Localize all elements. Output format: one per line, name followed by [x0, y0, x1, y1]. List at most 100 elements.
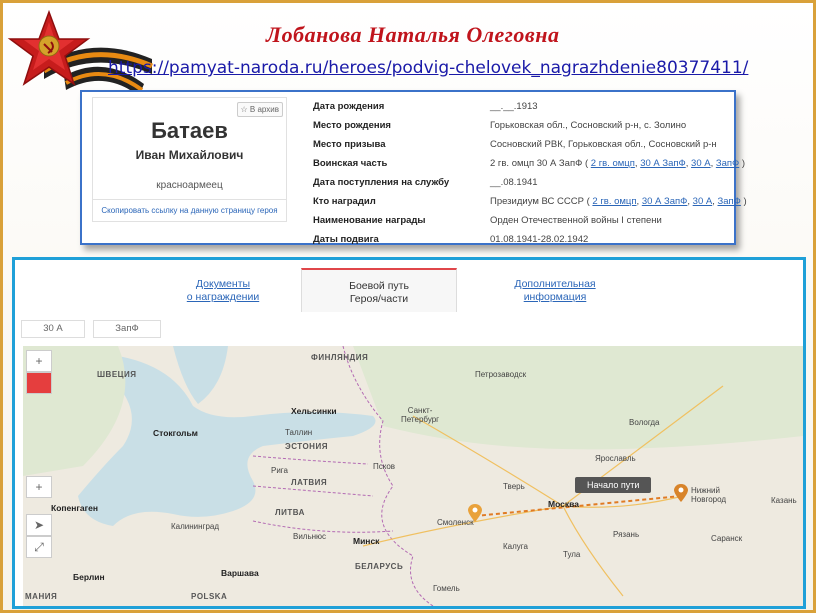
fact-label: Дата рождения — [313, 101, 385, 112]
map-label: Санкт- Петербург — [401, 406, 440, 424]
fact-label: Воинская часть — [313, 158, 388, 169]
fact-row: Кто наградил Президиум ВС СССР ( 2 гв. о… — [313, 192, 747, 211]
map-label: МАНИЯ — [25, 592, 58, 601]
map-label: БЕЛАРУСЬ — [355, 562, 404, 571]
map-label: Калуга — [503, 542, 528, 551]
tab-label: Дополнительная — [514, 278, 596, 290]
route-map[interactable]: + + ➤ ⤢ ФИНЛЯНДИЯ ШВЕЦИЯ Хельсинки Стокг… — [23, 346, 803, 606]
tab-label: о награждении — [186, 291, 260, 303]
zoom-control[interactable]: + — [26, 476, 52, 498]
fact-value: 2 гв. омцп 30 А ЗапФ ( 2 гв. омцп, 30 А … — [490, 158, 746, 169]
map-label: Рига — [271, 466, 288, 475]
unit-link[interactable]: 30 А ЗапФ — [642, 196, 688, 207]
tab-award-documents[interactable]: Документы о награждении — [145, 268, 301, 312]
route-marker-start-icon[interactable] — [674, 484, 688, 502]
source-link[interactable]: https://pamyat-naroda.ru/heroes/podvig-c… — [108, 58, 748, 78]
fullscreen-icon[interactable]: ⤢ — [26, 536, 52, 558]
map-label: Копенгаген — [51, 503, 99, 513]
copy-link-button[interactable]: Скопировать ссылку на данную страницу ге… — [93, 199, 286, 221]
fact-value: Орден Отечественной войны I степени — [490, 215, 662, 226]
tab-combat-path[interactable]: Боевой путь Героя/части — [301, 268, 457, 312]
map-label: Тверь — [503, 482, 525, 491]
fact-row: Место рождения Горьковская обл., Сосновс… — [313, 116, 723, 135]
unit-link[interactable]: ЗапФ — [718, 196, 741, 207]
fact-label: Даты подвига — [313, 234, 379, 245]
unit-suffix: ) — [739, 158, 746, 169]
unit-link[interactable]: 30 А ЗапФ — [640, 158, 686, 169]
map-label: Варшава — [221, 568, 259, 578]
fact-label: Место рождения — [313, 120, 391, 131]
fact-row: Даты подвига 01.08.1941-28.02.1942 — [313, 230, 723, 249]
map-label: Тула — [563, 550, 581, 559]
map-label: Москва — [548, 499, 579, 509]
map-label: Минск — [353, 536, 380, 546]
unit-prefix: 2 гв. омцп 30 А ЗапФ ( — [490, 158, 591, 169]
awarder-prefix: Президиум ВС СССР ( — [490, 196, 593, 207]
fact-value: Сосновский РВК, Горьковская обл., Соснов… — [490, 139, 717, 150]
map-label: Таллин — [285, 428, 313, 437]
fact-value: __.08.1941 — [490, 177, 538, 188]
fact-value: Президиум ВС СССР ( 2 гв. омцп, 30 А Зап… — [490, 196, 747, 207]
map-label: Рязань — [613, 530, 640, 539]
map-label: Псков — [373, 462, 396, 471]
tab-label: информация — [523, 291, 587, 303]
fact-value: Горьковская обл., Сосновский р-н, с. Зол… — [490, 120, 687, 131]
navigate-icon[interactable]: ➤ — [26, 514, 52, 536]
map-terrain — [23, 346, 803, 606]
chip-30a[interactable]: 30 А — [21, 320, 85, 338]
fact-value: __.__.1913 — [490, 101, 538, 112]
map-label: Вологда — [629, 418, 660, 427]
fact-label: Место призыва — [313, 139, 386, 150]
fact-label: Наименование награды — [313, 215, 426, 226]
map-label: Вильнюс — [293, 532, 327, 541]
map-label: ФИНЛЯНДИЯ — [311, 353, 369, 362]
unit-link[interactable]: 30 А — [693, 196, 713, 207]
map-label: ЭСТОНИЯ — [285, 442, 328, 451]
map-label: POLSKA — [191, 592, 228, 601]
fact-row: Воинская часть 2 гв. омцп 30 А ЗапФ ( 2 … — [313, 154, 745, 173]
map-label: ШВЕЦИЯ — [97, 370, 137, 379]
unit-link[interactable]: 30 А — [691, 158, 711, 169]
hero-surname: Батаев — [151, 118, 228, 143]
fact-row: Дата рождения __.__.1913 — [313, 97, 723, 116]
unit-link[interactable]: 2 гв. омцп — [591, 158, 635, 169]
tab-label: Боевой путь — [349, 280, 409, 292]
unit-link[interactable]: 2 гв. омцп — [592, 196, 636, 207]
tab-bar: Документы о награждении Боевой путь Геро… — [15, 260, 803, 312]
map-label: Нижний Новгород — [691, 486, 727, 504]
hero-facts: Дата рождения __.__.1913 Место рождения … — [313, 97, 747, 249]
hero-card: ☆ В архив Батаев Иван Михайлович красноа… — [92, 97, 287, 222]
map-label: Петрозаводск — [475, 370, 527, 379]
archive-button[interactable]: ☆ В архив — [236, 102, 283, 117]
map-label: Саранск — [711, 534, 743, 543]
map-label: Калининград — [171, 522, 220, 531]
hero-rank: красноармеец — [156, 180, 223, 191]
fact-value: 01.08.1941-28.02.1942 — [490, 234, 589, 245]
map-label: ЛАТВИЯ — [291, 478, 328, 487]
start-of-path-tooltip: Начало пути — [575, 477, 652, 493]
map-label: Берлин — [73, 572, 105, 582]
map-label: ЛИТВА — [275, 508, 305, 517]
map-label: Казань — [771, 496, 797, 505]
fact-row: Наименование награды Орден Отечественной… — [313, 211, 723, 230]
map-label: Стокгольм — [153, 428, 198, 438]
zoom-in-button[interactable]: + — [26, 350, 52, 372]
presenter-name: Лобанова Наталья Олеговна — [266, 22, 560, 47]
tab-additional-info[interactable]: Дополнительная информация — [477, 268, 633, 312]
map-label: Хельсинки — [291, 406, 337, 416]
route-marker-smolensk-icon[interactable] — [468, 504, 482, 522]
victory-emblem-icon — [7, 9, 153, 96]
chip-zapf[interactable]: ЗапФ — [93, 320, 161, 338]
hero-given-name: Иван Михайлович — [135, 148, 244, 162]
fact-row: Дата поступления на службу __.08.1941 — [313, 173, 723, 192]
fact-label: Кто наградил — [313, 196, 376, 207]
zoom-slider-handle[interactable] — [26, 372, 52, 394]
unit-link[interactable]: ЗапФ — [716, 158, 739, 169]
map-label: Гомель — [433, 584, 460, 593]
hero-profile-screenshot: ☆ В архив Батаев Иван Михайлович красноа… — [80, 90, 747, 245]
awarder-suffix: ) — [740, 196, 747, 207]
map-label: Ярославль — [595, 454, 636, 463]
tab-label: Документы — [195, 278, 251, 290]
tab-label: Героя/части — [349, 293, 409, 305]
fact-label: Дата поступления на службу — [313, 177, 450, 188]
